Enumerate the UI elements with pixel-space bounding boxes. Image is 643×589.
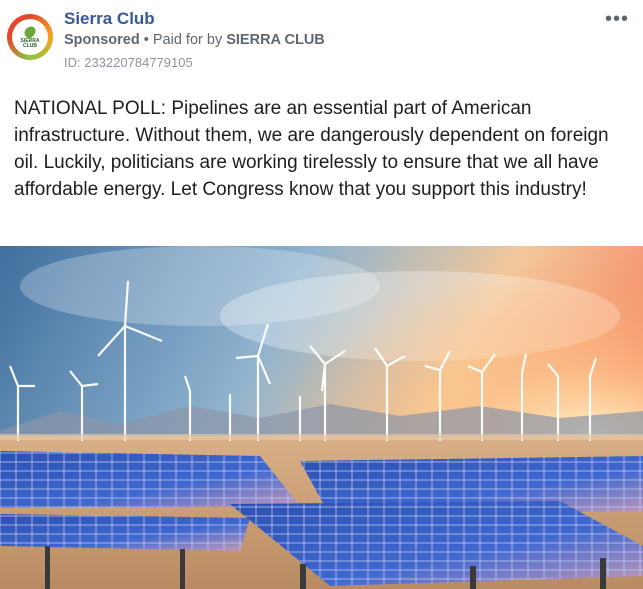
post-text: NATIONAL POLL: Pipelines are an essentia… [14,98,609,200]
ad-id: ID: 233220784779105 [64,55,193,70]
page-avatar[interactable]: SIERRA CLUB [7,14,53,60]
page-name-link[interactable]: Sierra Club [64,9,155,29]
separator-dot: • [143,32,153,48]
more-options-icon[interactable]: ••• [605,8,629,31]
solar-panels-wind-turbines-photo [0,246,643,589]
avatar-text: SIERRA CLUB [20,37,40,49]
sponsored-label: Sponsored [64,32,140,48]
avatar-logo: SIERRA CLUB [12,19,48,55]
ad-header: SIERRA CLUB Sierra Club Sponsored • Paid… [0,0,643,78]
sponsored-line: Sponsored • Paid for by SIERRA CLUB [64,32,325,48]
leaf-icon [22,23,38,40]
paid-for-prefix: Paid for by [152,32,223,48]
paid-for-name: SIERRA CLUB [226,32,325,48]
ad-image[interactable] [0,246,643,589]
